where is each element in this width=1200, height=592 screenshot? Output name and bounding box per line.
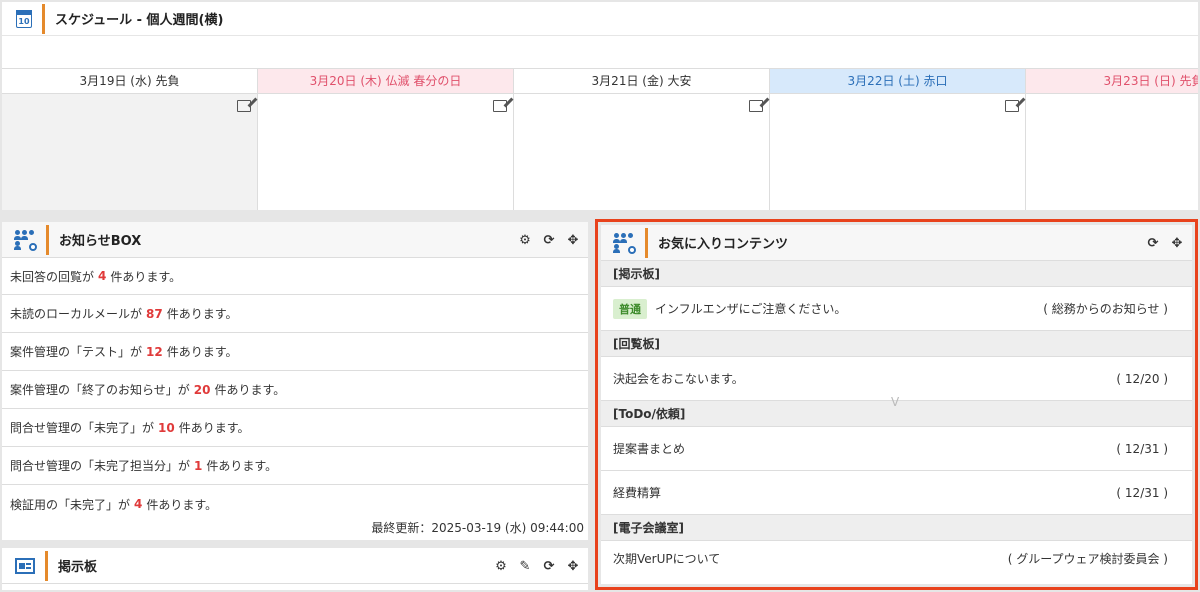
board-panel: 掲示板 ⚙ ✎ ⟳ ✥: [2, 548, 588, 590]
favorite-item-text[interactable]: 経費精算: [613, 484, 1116, 501]
board-title: 掲示板: [58, 560, 98, 575]
favorite-item[interactable]: 提案書まとめ ( 12/31 ): [601, 427, 1192, 471]
favorite-item-meta: ( 12/31 ): [1116, 441, 1168, 456]
edit-icon[interactable]: [237, 100, 251, 112]
day-header: 3月22日 (土) 赤口: [770, 69, 1026, 93]
schedule-panel: 10 スケジュール - 個人週間(横) 3月19日 (水) 先負 3月20日 (…: [2, 2, 1198, 210]
last-update-text: 最終更新：2025-03-19 (水) 09:44:00: [371, 521, 584, 535]
accent-bar: [46, 224, 49, 255]
favorite-item-meta: ( グループウェア検討委員会 ): [1007, 551, 1168, 566]
move-icon[interactable]: ✥: [566, 233, 580, 248]
favorite-item-text[interactable]: 提案書まとめ: [613, 440, 1116, 457]
board-icon: [15, 557, 35, 574]
favorite-item-meta: ( 総務からのお知らせ ): [1043, 302, 1168, 316]
priority-badge: 普通: [613, 298, 647, 319]
day-cell[interactable]: [770, 94, 1026, 210]
edit-icon[interactable]: [493, 100, 507, 112]
notice-item[interactable]: 案件管理の「テスト」が 12 件あります。: [2, 333, 588, 371]
gear-icon[interactable]: ⚙: [494, 559, 508, 574]
accent-bar: [42, 3, 45, 34]
accent-bar: [645, 227, 648, 258]
panel-tools: ⚙ ⟳ ✥: [518, 222, 580, 258]
accent-bar: [45, 550, 48, 581]
scroll-hint: V: [891, 395, 900, 409]
notice-box-title: お知らせBOX: [59, 234, 142, 249]
favorite-item-text[interactable]: インフルエンザにご注意ください。: [655, 300, 1043, 317]
notice-item[interactable]: 未読のローカルメールが 87 件あります。: [2, 295, 588, 333]
section-header: [掲示板]: [601, 261, 1192, 287]
day-header-row: 3月19日 (水) 先負 3月20日 (木) 仏滅 春分の日 3月21日 (金)…: [2, 68, 1198, 94]
favorite-item-meta: ( 12/31 ): [1116, 485, 1168, 500]
calendar-icon: 10: [16, 9, 32, 28]
day-header: 3月20日 (木) 仏滅 春分の日: [258, 69, 514, 93]
favorite-item-text[interactable]: 次期VerUPについて: [613, 550, 1008, 567]
favorites-title: お気に入りコンテンツ: [658, 237, 789, 252]
section-header: [電子会議室]: [601, 515, 1192, 541]
notice-box-header: お知らせBOX ⚙ ⟳ ✥: [2, 222, 588, 258]
move-icon[interactable]: ✥: [1170, 236, 1184, 251]
edit-icon[interactable]: [749, 100, 763, 112]
move-icon[interactable]: ✥: [566, 559, 580, 574]
schedule-title: スケジュール - 個人週間(横): [55, 13, 224, 28]
day-cell[interactable]: [1026, 94, 1198, 210]
edit-icon[interactable]: [1005, 100, 1019, 112]
day-cell[interactable]: [258, 94, 514, 210]
schedule-header: 10 スケジュール - 個人週間(横): [2, 2, 1198, 36]
notice-item[interactable]: 問合せ管理の「未完了担当分」が 1 件あります。: [2, 447, 588, 485]
panel-tools: ⟳ ✥: [1146, 225, 1184, 261]
notice-list: 未回答の回覧が 4 件あります。 未読のローカルメールが 87 件あります。 案件管理の…: [2, 258, 588, 523]
day-header: 3月19日 (水) 先負: [2, 69, 258, 93]
calendar-icon-number: 10: [18, 16, 30, 26]
favorite-item[interactable]: 次期VerUPについて ( グループウェア検討委員会 ): [601, 541, 1192, 575]
notice-item[interactable]: 案件管理の「終了のお知らせ」が 20 件あります。: [2, 371, 588, 409]
day-header: 3月23日 (日) 先負: [1026, 69, 1198, 93]
edit-icon[interactable]: ✎: [518, 559, 532, 574]
day-cells-row: [2, 94, 1198, 210]
favorites-panel: お気に入りコンテンツ ⟳ ✥ [掲示板] 普通 インフルエンザにご注意ください。…: [601, 225, 1192, 584]
notice-item[interactable]: 検証用の「未完了」が 4 件あります。: [2, 485, 588, 523]
favorites-header: お気に入りコンテンツ ⟳ ✥: [601, 225, 1192, 261]
favorite-item-text[interactable]: 決起会をおこないます。: [613, 370, 1116, 387]
day-header: 3月21日 (金) 大安: [514, 69, 770, 93]
refresh-icon[interactable]: ⟳: [542, 559, 556, 574]
day-cell[interactable]: [2, 94, 258, 210]
people-search-icon: [14, 229, 37, 251]
favorite-item[interactable]: 普通 インフルエンザにご注意ください。 ( 総務からのお知らせ ): [601, 287, 1192, 331]
refresh-icon[interactable]: ⟳: [542, 233, 556, 248]
notice-item[interactable]: 問合せ管理の「未完了」が 10 件あります。: [2, 409, 588, 447]
people-search-icon: [613, 232, 636, 254]
favorite-item-meta: ( 12/20 ): [1116, 371, 1168, 386]
refresh-icon[interactable]: ⟳: [1146, 236, 1160, 251]
notice-box-panel: お知らせBOX ⚙ ⟳ ✥ 未回答の回覧が 4 件あります。 未読のローカルメールが…: [2, 222, 588, 540]
panel-tools: ⚙ ✎ ⟳ ✥: [494, 548, 580, 584]
gear-icon[interactable]: ⚙: [518, 233, 532, 248]
board-header: 掲示板 ⚙ ✎ ⟳ ✥: [2, 548, 588, 584]
section-header: [回覧板]: [601, 331, 1192, 357]
notice-item[interactable]: 未回答の回覧が 4 件あります。: [2, 258, 588, 295]
favorite-item[interactable]: 経費精算 ( 12/31 ): [601, 471, 1192, 515]
day-cell[interactable]: [514, 94, 770, 210]
